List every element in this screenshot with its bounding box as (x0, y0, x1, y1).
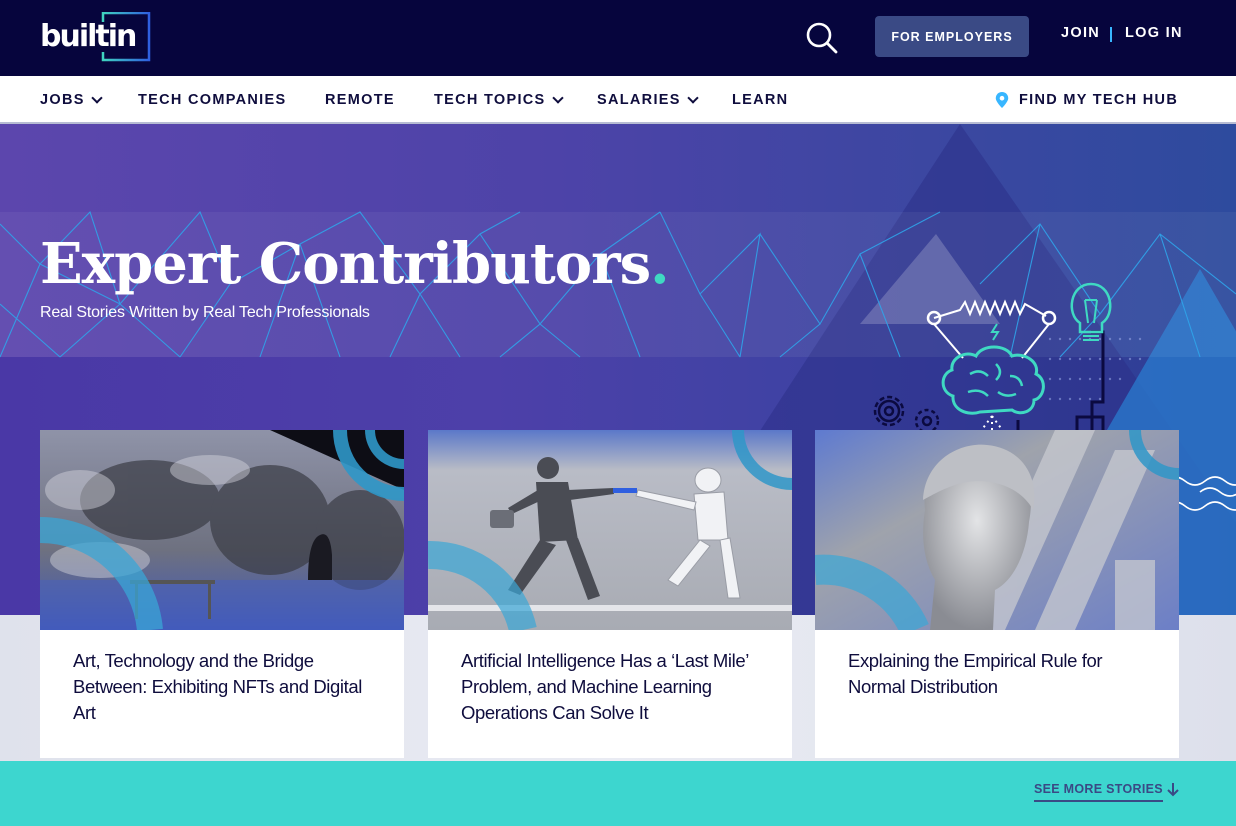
nav-salaries[interactable]: SALARIES (597, 92, 699, 108)
nav-salaries-label: SALARIES (597, 92, 681, 108)
robot-baton-illustration (428, 430, 792, 630)
story-card[interactable]: Art, Technology and the Bridge Between: … (40, 430, 404, 758)
nav-remote[interactable]: REMOTE (325, 92, 395, 108)
find-my-tech-hub[interactable]: FIND MY TECH HUB (995, 92, 1178, 108)
main-nav: JOBS TECH COMPANIES REMOTE TECH TOPICS S… (0, 76, 1236, 124)
story-card-image[interactable] (428, 430, 792, 630)
story-card-title[interactable]: Art, Technology and the Bridge Between: … (73, 648, 373, 726)
search-button[interactable] (804, 20, 840, 56)
page-title: Expert Contributors. (40, 228, 670, 300)
nav-tech-topics[interactable]: TECH TOPICS (434, 92, 564, 108)
nav-jobs-label: JOBS (40, 92, 85, 108)
story-card-image[interactable] (40, 430, 404, 630)
chevron-down-icon (91, 92, 103, 104)
logo-bracket-icon (101, 12, 151, 62)
see-more-band: SEE MORE STORIES (0, 761, 1236, 826)
login-link[interactable]: LOG IN (1125, 25, 1183, 41)
chevron-down-icon (687, 92, 699, 104)
arrow-down-icon[interactable] (1165, 781, 1181, 797)
story-card-title[interactable]: Explaining the Empirical Rule for Normal… (848, 648, 1148, 700)
nav-jobs[interactable]: JOBS (40, 92, 103, 108)
chevron-down-icon (551, 92, 564, 104)
see-more-stories-link[interactable]: SEE MORE STORIES (1034, 782, 1163, 802)
join-link[interactable]: JOIN (1061, 25, 1100, 41)
nav-tech-topics-label: TECH TOPICS (434, 92, 546, 108)
story-card[interactable]: Explaining the Empirical Rule for Normal… (815, 430, 1179, 758)
title-accent-dot: . (650, 231, 669, 297)
roman-bust-photo (815, 430, 1179, 630)
story-card-title[interactable]: Artificial Intelligence Has a ‘Last Mile… (461, 648, 761, 726)
nav-remote-label: REMOTE (325, 92, 395, 108)
story-card-image[interactable] (815, 430, 1179, 630)
map-pin-icon (995, 92, 1009, 108)
nav-tech-companies[interactable]: TECH COMPANIES (138, 92, 286, 108)
builtin-logo[interactable]: builtin (40, 12, 152, 62)
for-employers-button[interactable]: FOR EMPLOYERS (875, 16, 1029, 57)
nav-learn[interactable]: LEARN (732, 92, 788, 108)
search-icon (806, 22, 838, 54)
nav-tech-companies-label: TECH COMPANIES (138, 92, 287, 108)
page-title-text: Expert Contributors (40, 231, 651, 297)
divider (1110, 27, 1112, 42)
find-my-tech-hub-label: FIND MY TECH HUB (1019, 92, 1179, 108)
nav-learn-label: LEARN (732, 92, 789, 108)
story-card[interactable]: Artificial Intelligence Has a ‘Last Mile… (428, 430, 792, 758)
top-bar: builtin FOR EMPLOYERS JOIN LOG IN (0, 0, 1236, 76)
page-subtitle: Real Stories Written by Real Tech Profes… (40, 304, 370, 321)
exhibit-photo-image (40, 430, 404, 630)
